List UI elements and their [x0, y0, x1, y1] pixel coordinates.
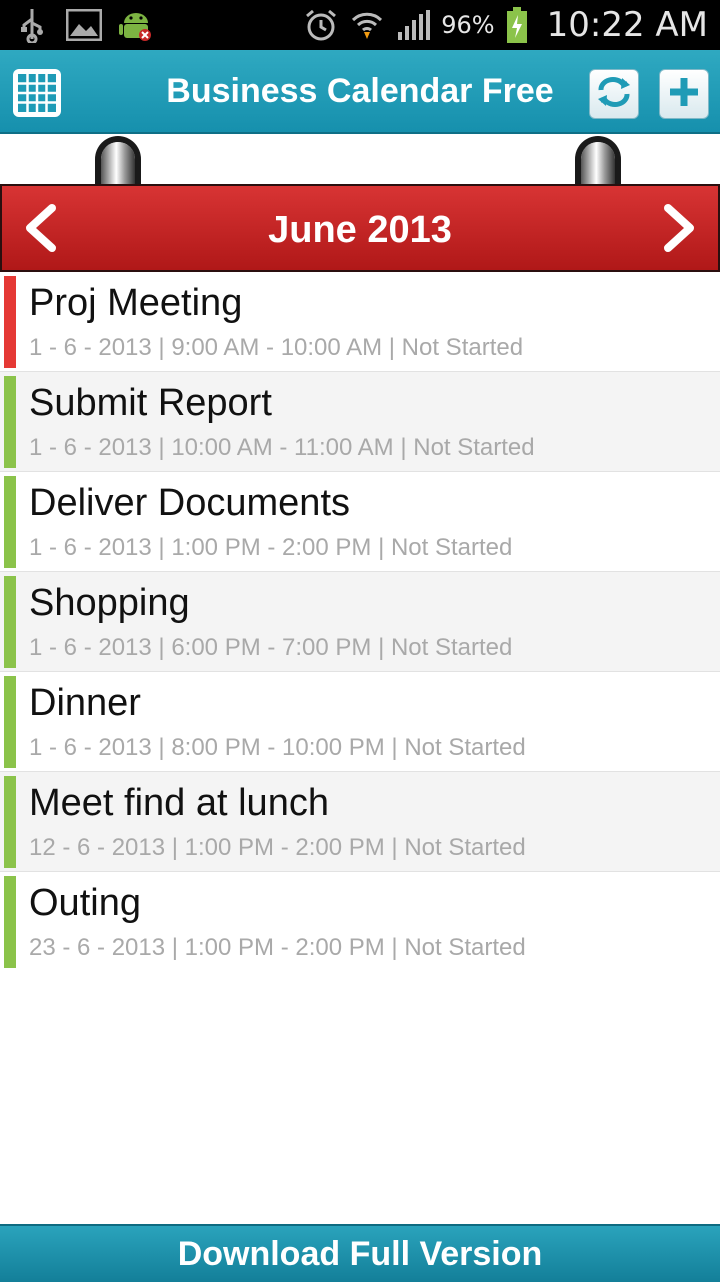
- event-row[interactable]: Proj Meeting 1 - 6 - 2013 | 9:00 AM - 10…: [0, 272, 720, 372]
- event-title: Shopping: [29, 582, 190, 624]
- event-details: 1 - 6 - 2013 | 6:00 PM - 7:00 PM | Not S…: [29, 634, 513, 661]
- usb-icon: [14, 7, 50, 43]
- signal-icon: [395, 7, 431, 43]
- event-details: 12 - 6 - 2013 | 1:00 PM - 2:00 PM | Not …: [29, 834, 526, 861]
- app-action-bar: Business Calendar Free: [0, 50, 720, 134]
- refresh-icon: [596, 75, 632, 114]
- image-icon: [66, 7, 102, 43]
- event-details: 1 - 6 - 2013 | 10:00 AM - 11:00 AM | Not…: [29, 434, 535, 461]
- month-header: June 2013: [0, 184, 720, 272]
- event-details: 23 - 6 - 2013 | 1:00 PM - 2:00 PM | Not …: [29, 934, 526, 961]
- clock: 10:22 AM: [546, 5, 708, 45]
- battery-charging-icon: [505, 7, 529, 43]
- system-indicators: 96% 10:22 AM: [303, 0, 708, 50]
- event-title: Outing: [29, 882, 141, 924]
- event-row[interactable]: Meet find at lunch 12 - 6 - 2013 | 1:00 …: [0, 772, 720, 872]
- event-details: 1 - 6 - 2013 | 8:00 PM - 10:00 PM | Not …: [29, 734, 526, 761]
- notification-icons: [14, 6, 154, 44]
- add-event-button[interactable]: [659, 69, 709, 119]
- battery-percent: 96%: [441, 11, 495, 39]
- month-title: June 2013: [268, 209, 452, 251]
- event-title: Meet find at lunch: [29, 782, 329, 824]
- event-color-bar: [4, 576, 16, 668]
- event-color-bar: [4, 776, 16, 868]
- event-title: Submit Report: [29, 382, 272, 424]
- event-row[interactable]: Dinner 1 - 6 - 2013 | 8:00 PM - 10:00 PM…: [0, 672, 720, 772]
- event-color-bar: [4, 676, 16, 768]
- event-row[interactable]: Deliver Documents 1 - 6 - 2013 | 1:00 PM…: [0, 472, 720, 572]
- event-color-bar: [4, 276, 16, 368]
- wifi-icon: [349, 7, 385, 43]
- event-title: Proj Meeting: [29, 282, 243, 324]
- event-row[interactable]: Submit Report 1 - 6 - 2013 | 10:00 AM - …: [0, 372, 720, 472]
- event-row[interactable]: Outing 23 - 6 - 2013 | 1:00 PM - 2:00 PM…: [0, 872, 720, 972]
- event-color-bar: [4, 376, 16, 468]
- android-debug-icon: [118, 7, 154, 43]
- event-list: Proj Meeting 1 - 6 - 2013 | 9:00 AM - 10…: [0, 272, 720, 972]
- event-title: Dinner: [29, 682, 141, 724]
- next-month-button[interactable]: [652, 202, 708, 258]
- sync-button[interactable]: [589, 69, 639, 119]
- alarm-icon: [303, 7, 339, 43]
- status-bar: 96% 10:22 AM: [0, 0, 720, 50]
- chevron-right-icon: [660, 203, 700, 257]
- plus-icon: [667, 75, 701, 114]
- event-details: 1 - 6 - 2013 | 1:00 PM - 2:00 PM | Not S…: [29, 534, 513, 561]
- event-title: Deliver Documents: [29, 482, 350, 524]
- event-details: 1 - 6 - 2013 | 9:00 AM - 10:00 AM | Not …: [29, 334, 524, 361]
- event-row[interactable]: Shopping 1 - 6 - 2013 | 6:00 PM - 7:00 P…: [0, 572, 720, 672]
- download-full-version-button[interactable]: Download Full Version: [0, 1224, 720, 1282]
- event-color-bar: [4, 876, 16, 968]
- event-color-bar: [4, 476, 16, 568]
